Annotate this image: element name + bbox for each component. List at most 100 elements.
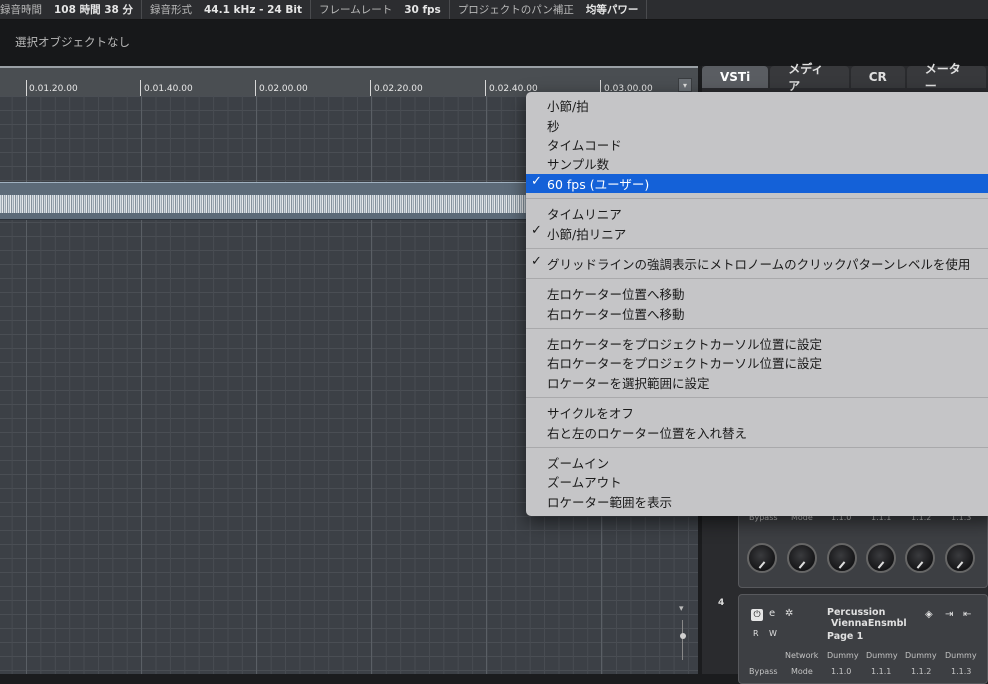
power-icon[interactable]: ⏻ [751,609,763,621]
status-value: 44.1 kHz - 24 Bit [204,3,303,16]
menu-item-set-left-locator[interactable]: 左ロケーターをプロジェクトカーソル位置に設定 [526,334,988,353]
quick-control-knob[interactable] [866,543,896,573]
status-label: フレームレート [319,4,393,16]
menu-item-zoom-to-locators[interactable]: ロケーター範囲を表示 [526,492,988,511]
status-value: 30 fps [404,3,441,16]
write-automation-button[interactable]: W [769,629,777,638]
checkmark-icon: ✓ [531,253,542,269]
zoom-handle[interactable] [680,633,686,639]
menu-item-label: ズームアウト [547,475,622,491]
menu-item-label: 左ロケーターをプロジェクトカーソル位置に設定 [547,337,823,353]
menu-item-samples[interactable]: サンプル数 [526,154,988,173]
param-label: 1.1.1 [871,667,892,676]
quick-control-knob[interactable] [787,543,817,573]
param-label: Network [785,651,819,660]
tab-cr[interactable]: CR [850,66,905,88]
menu-item-goto-right-locator[interactable]: 右ロケーター位置へ移動 [526,304,988,323]
info-line-text: 選択オブジェクトなし [15,35,130,49]
menu-item-swap-locators[interactable]: 右と左のロケーター位置を入れ替え [526,422,988,441]
checkmark-icon: ✓ [531,223,542,239]
status-bar: 録音時間 108 時間 38 分 録音形式 44.1 kHz - 24 Bit … [0,0,988,20]
menu-item-bars-beats-linear[interactable]: ✓ 小節/拍リニア [526,223,988,242]
status-value: 108 時間 38 分 [54,4,133,16]
menu-item-label: 右と左のロケーター位置を入れ替え [547,425,748,441]
input-icon[interactable]: ⇥ [945,609,953,620]
menu-item-zoom-in[interactable]: ズームイン [526,453,988,472]
status-pan-law[interactable]: プロジェクトのパン補正 均等パワー [450,0,648,19]
param-label: 1.1.3 [951,667,972,676]
param-label: Mode [791,667,813,676]
quick-control-knob[interactable] [945,543,975,573]
menu-item-label: 60 fps (ユーザー) [547,176,650,192]
menu-separator [526,446,988,448]
menu-item-label: 小節/拍リニア [547,226,627,242]
menu-item-cycle-off[interactable]: サイクルをオフ [526,403,988,422]
zoom-track [682,620,683,660]
menu-separator [526,278,988,280]
ruler-tick [255,80,256,96]
menu-item-label: タイムコード [547,137,622,153]
midi-icon[interactable]: ◈ [925,609,933,620]
status-label: 録音形式 [150,4,192,16]
menu-item-bars-beats[interactable]: 小節/拍 [526,96,988,115]
menu-item-locators-to-selection[interactable]: ロケーターを選択範囲に設定 [526,373,988,392]
quick-control-knob[interactable] [827,543,857,573]
menu-item-set-right-locator[interactable]: 右ロケーターをプロジェクトカーソル位置に設定 [526,353,988,372]
quick-control-knob[interactable] [905,543,935,573]
audio-event[interactable] [0,182,530,220]
menu-item-label: グリッドラインの強調表示にメトロノームのクリックパターンレベルを使用 [547,256,971,272]
menu-separator [526,397,988,399]
param-label: Bypass [749,667,778,676]
menu-item-label: 右ロケーターをプロジェクトカーソル位置に設定 [547,356,823,372]
ruler-tick-label: 0.01.40.00 [144,84,193,94]
status-label: 録音時間 [0,4,42,16]
menu-separator [526,197,988,199]
menu-item-seconds[interactable]: 秒 [526,115,988,134]
preset-icon[interactable]: ✲ [785,608,793,619]
slot-number: 4 [718,598,725,608]
status-record-format[interactable]: 録音形式 44.1 kHz - 24 Bit [142,0,312,19]
vsti-rack-slot-4: ⏻ e ✲ R W Percussion ViennaEnsmbl Page 1… [738,594,988,684]
read-automation-button[interactable]: R [753,629,759,638]
ruler-tick-label: 0.01.20.00 [29,84,78,94]
tab-media[interactable]: メディア [770,62,849,93]
menu-separator [526,327,988,329]
param-label: Dummy [945,651,977,660]
menu-item-user-fps[interactable]: ✓ 60 fps (ユーザー) [526,173,988,193]
ruler-tick-label: 0.02.00.00 [259,84,308,94]
tab-meter[interactable]: メーター [906,62,986,93]
instrument-preset: ViennaEnsmbl [831,618,907,629]
menu-item-timecode[interactable]: タイムコード [526,135,988,154]
menu-item-goto-left-locator[interactable]: 左ロケーター位置へ移動 [526,284,988,303]
ruler-context-menu: 小節/拍 秒 タイムコード サンプル数 ✓ 60 fps (ユーザー) タイムリニ… [526,92,988,516]
output-icon[interactable]: ⇤ [963,609,971,620]
instrument-name: Percussion [827,607,886,618]
status-record-time[interactable]: 録音時間 108 時間 38 分 [0,0,142,19]
ruler-tick [26,80,27,96]
menu-item-label: サンプル数 [547,157,610,173]
ruler-tick [370,80,371,96]
scroll-down-icon[interactable]: ▾ [679,604,684,614]
param-label: Dummy [827,651,859,660]
menu-item-label: 小節/拍 [547,99,589,115]
status-label: プロジェクトのパン補正 [457,4,574,16]
ruler-menu-button[interactable]: ▾ [678,78,692,92]
menu-item-time-linear[interactable]: タイムリニア [526,204,988,223]
edit-icon[interactable]: e [769,608,775,619]
menu-item-label: 右ロケーター位置へ移動 [547,306,685,322]
menu-item-zoom-out[interactable]: ズームアウト [526,472,988,491]
ruler-tick-label: 0.02.20.00 [374,84,423,94]
menu-item-metronome-gridlines[interactable]: ✓ グリッドラインの強調表示にメトロノームのクリックパターンレベルを使用 [526,254,988,273]
tab-vsti[interactable]: VSTi [702,66,769,88]
param-label: Dummy [866,651,898,660]
status-value: 均等パワー [585,4,639,16]
status-frame-rate[interactable]: フレームレート 30 fps [311,0,450,19]
right-zone-tabs: VSTi メディア CR メーター [702,62,988,93]
menu-item-label: タイムリニア [547,207,622,223]
param-label: 1.1.0 [831,667,852,676]
waveform [0,195,530,213]
menu-item-label: ロケーターを選択範囲に設定 [547,375,710,391]
menu-item-label: サイクルをオフ [547,406,634,422]
quick-control-knob[interactable] [747,543,777,573]
instrument-page: Page 1 [827,631,864,642]
